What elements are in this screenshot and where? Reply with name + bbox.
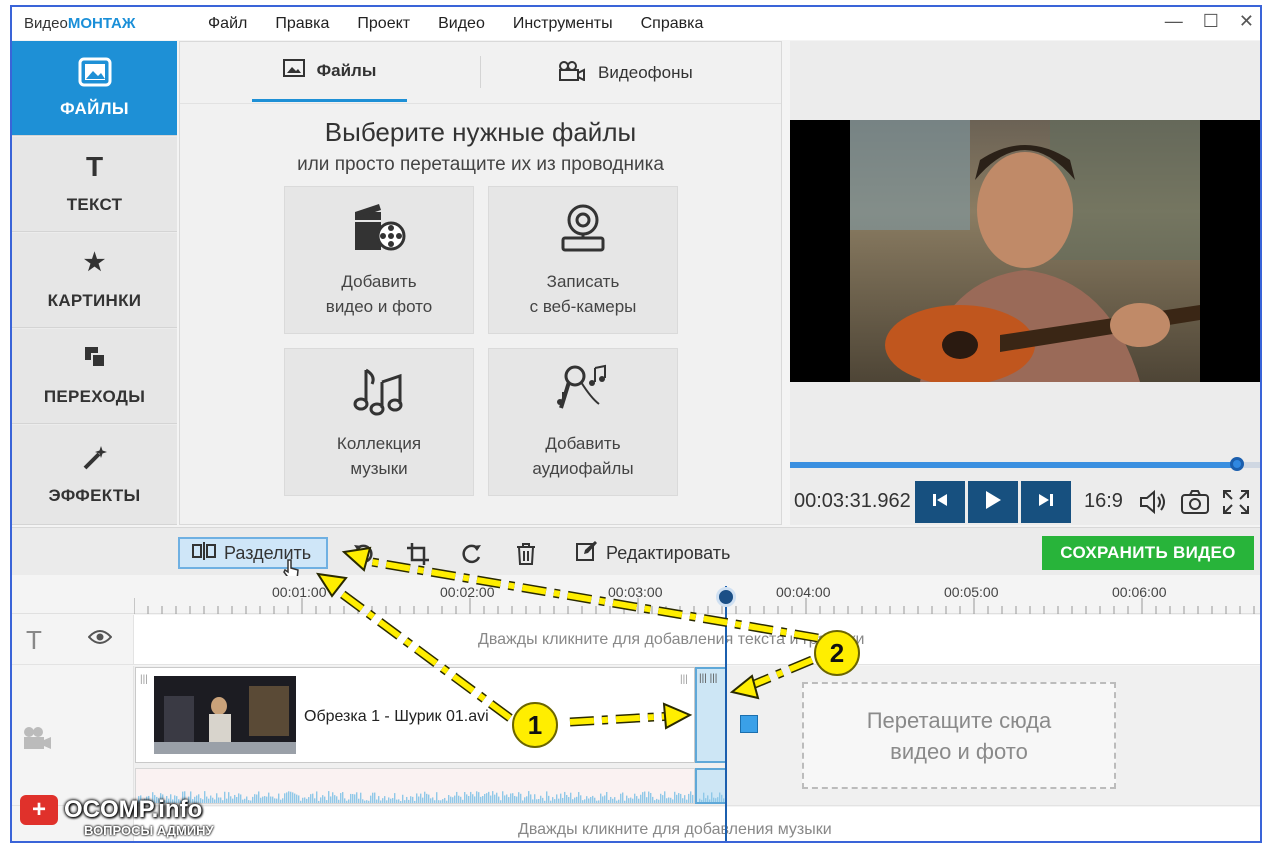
annotation-badge-1: 1 bbox=[512, 702, 558, 748]
annotation-arrows bbox=[315, 546, 819, 730]
plus-logo-icon: + bbox=[20, 795, 58, 825]
watermark: + OCOMP.info ВОПРОСЫ АДМИНУ bbox=[20, 795, 214, 838]
annotation-badge-2: 2 bbox=[814, 630, 860, 676]
